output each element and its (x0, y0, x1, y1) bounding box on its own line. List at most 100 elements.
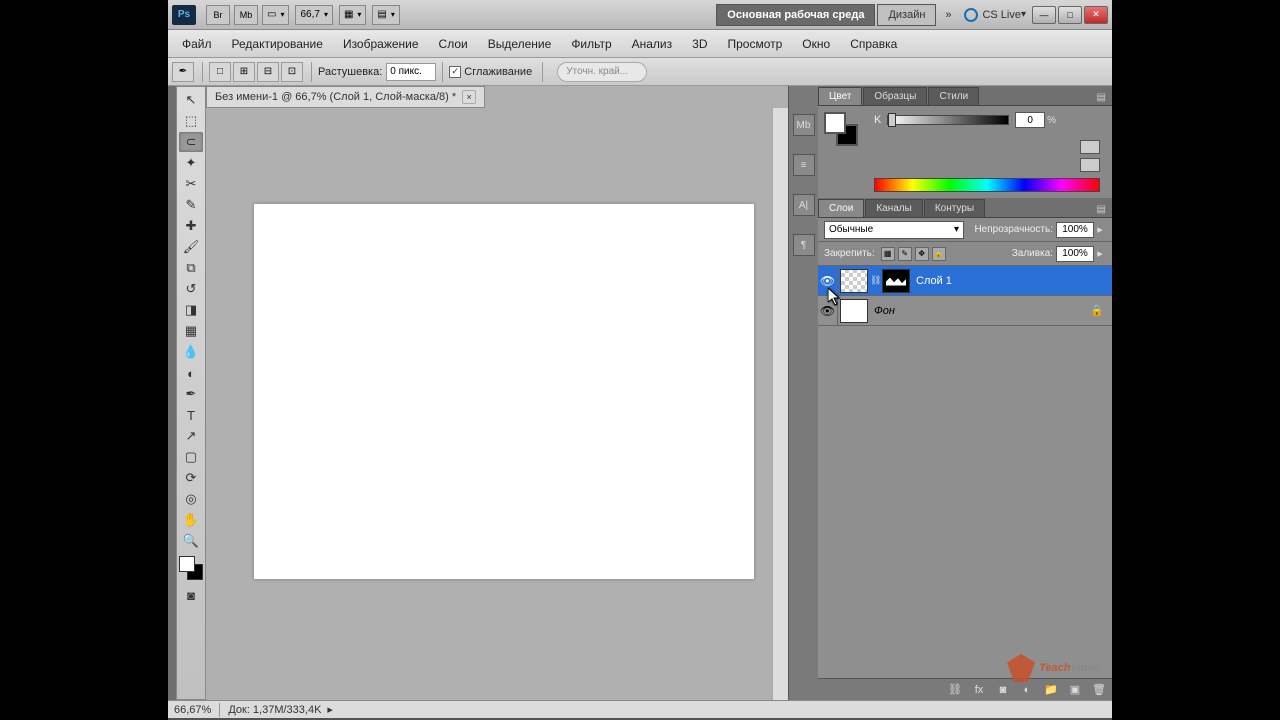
k-slider-track[interactable] (887, 115, 1009, 125)
panel-swatches[interactable] (824, 112, 858, 146)
workspace-design[interactable]: Дизайн (877, 4, 936, 26)
menu-file[interactable]: Файл (172, 33, 222, 55)
stamp-tool[interactable]: ⧉ (179, 258, 203, 278)
color-swatches[interactable] (179, 556, 203, 580)
minimize-button[interactable]: — (1032, 6, 1056, 24)
group-button[interactable]: 📁 (1042, 682, 1060, 698)
menu-edit[interactable]: Редактирование (222, 33, 333, 55)
menu-window[interactable]: Окно (792, 33, 840, 55)
opacity-arrow[interactable]: ▸ (1094, 223, 1106, 236)
menu-layers[interactable]: Слои (429, 33, 478, 55)
brush-tool[interactable]: 🖌 (179, 237, 203, 257)
layer-row[interactable]: 👁 ⛓ Слой 1 (818, 266, 1112, 296)
tab-paths[interactable]: Контуры (924, 199, 985, 217)
feather-input[interactable] (386, 63, 436, 81)
vertical-scrollbar[interactable] (772, 108, 788, 700)
move-tool[interactable]: ↖ (179, 90, 203, 110)
swap-swatch-2[interactable] (1080, 158, 1100, 172)
tab-layers[interactable]: Слои (818, 199, 864, 217)
menu-filter[interactable]: Фильтр (561, 33, 621, 55)
character-icon[interactable]: A| (793, 194, 815, 216)
blur-tool[interactable]: 💧 (179, 342, 203, 362)
lock-trans-icon[interactable]: ▦ (881, 247, 895, 261)
link-layers-button[interactable]: ⛓ (946, 682, 964, 698)
panel-fg-color[interactable] (824, 112, 846, 134)
layer-name[interactable]: Фон (874, 305, 895, 317)
eyedropper-tool[interactable]: ✎ (179, 195, 203, 215)
type-tool[interactable]: T (179, 405, 203, 425)
sel-int-icon[interactable]: ⊡ (281, 62, 303, 82)
fill-arrow[interactable]: ▸ (1094, 247, 1106, 260)
screen-mode-dropdown[interactable]: ▭ (262, 5, 289, 25)
menu-help[interactable]: Справка (840, 33, 907, 55)
minibridge-button[interactable]: Mb (234, 5, 258, 25)
arrange-dropdown[interactable]: ▦ (339, 5, 366, 25)
color-spectrum[interactable] (874, 178, 1100, 192)
heal-tool[interactable]: ✚ (179, 216, 203, 236)
status-doc[interactable]: Док: 1,37M/333,4K (228, 704, 321, 716)
paragraph-icon[interactable]: ¶ (793, 234, 815, 256)
visibility-icon[interactable]: 👁 (818, 266, 838, 295)
pen-tool[interactable]: ✒ (179, 384, 203, 404)
menu-image[interactable]: Изображение (333, 33, 429, 55)
crop-tool[interactable]: ✂ (179, 174, 203, 194)
hand-tool[interactable]: ✋ (179, 510, 203, 530)
menu-select[interactable]: Выделение (478, 33, 562, 55)
layer-name[interactable]: Слой 1 (916, 275, 952, 287)
menu-view[interactable]: Просмотр (717, 33, 792, 55)
layers-panel-menu[interactable]: ▤ (1091, 202, 1112, 217)
sel-add-icon[interactable]: ⊞ (233, 62, 255, 82)
layer-thumb[interactable] (840, 269, 868, 293)
refine-edge-button[interactable]: Уточн. край... (557, 62, 647, 82)
lasso-tool[interactable]: ⊂ (179, 132, 203, 152)
zoom-tool[interactable]: 🔍 (179, 531, 203, 551)
sel-new-icon[interactable]: □ (209, 62, 231, 82)
menu-3d[interactable]: 3D (682, 33, 717, 55)
lock-pos-icon[interactable]: ✥ (915, 247, 929, 261)
antialias-checkbox[interactable]: ✓ (449, 66, 461, 78)
3d-camera-tool[interactable]: ◎ (179, 489, 203, 509)
opacity-input[interactable] (1056, 222, 1094, 238)
layer-row[interactable]: 👁 Фон 🔒 (818, 296, 1112, 326)
new-layer-button[interactable]: ▣ (1066, 682, 1084, 698)
gradient-tool[interactable]: ▦ (179, 321, 203, 341)
maximize-button[interactable]: □ (1058, 6, 1082, 24)
fill-input[interactable] (1056, 246, 1094, 262)
bridge-button[interactable]: Br (206, 5, 230, 25)
tab-channels[interactable]: Каналы (865, 199, 923, 217)
extras-dropdown[interactable]: ▤ (372, 5, 399, 25)
lock-pixels-icon[interactable]: ✎ (898, 247, 912, 261)
layer-thumb[interactable] (840, 299, 868, 323)
menu-analysis[interactable]: Анализ (622, 33, 683, 55)
swap-swatch-1[interactable] (1080, 140, 1100, 154)
lock-all-icon[interactable]: 🔒 (932, 247, 946, 261)
history-brush-tool[interactable]: ↺ (179, 279, 203, 299)
k-slider-thumb[interactable] (888, 113, 896, 127)
quickmask-tool[interactable]: ◙ (179, 585, 203, 605)
adjustment-button[interactable]: ◐ (1018, 682, 1036, 698)
mask-thumb[interactable] (882, 269, 910, 293)
status-arrow[interactable]: ▸ (327, 703, 333, 716)
workspace-more[interactable]: » (938, 4, 958, 26)
close-tab-icon[interactable]: × (462, 90, 476, 104)
path-tool[interactable]: ↗ (179, 426, 203, 446)
sel-sub-icon[interactable]: ⊟ (257, 62, 279, 82)
mask-button[interactable]: ◙ (994, 682, 1012, 698)
fx-button[interactable]: fx (970, 682, 988, 698)
tool-preset-icon[interactable]: ✒ (172, 62, 194, 82)
minibridge-icon[interactable]: Mb (793, 114, 815, 136)
shape-tool[interactable]: ▢ (179, 447, 203, 467)
canvas[interactable] (254, 204, 754, 579)
history-icon[interactable]: ≡ (793, 154, 815, 176)
close-button[interactable]: ✕ (1084, 6, 1108, 24)
visibility-icon[interactable]: 👁 (818, 296, 838, 325)
marquee-tool[interactable]: ⬚ (179, 111, 203, 131)
fg-color[interactable] (179, 556, 195, 572)
document-tab[interactable]: Без имени-1 @ 66,7% (Слой 1, Слой-маска/… (206, 86, 485, 108)
dodge-tool[interactable]: ◐ (179, 363, 203, 383)
color-panel-menu[interactable]: ▤ (1091, 90, 1112, 105)
delete-layer-button[interactable]: 🗑 (1090, 682, 1108, 698)
wand-tool[interactable]: ✦ (179, 153, 203, 173)
workspace-main[interactable]: Основная рабочая среда (716, 4, 875, 26)
blend-mode-select[interactable]: Обычные (824, 221, 964, 239)
